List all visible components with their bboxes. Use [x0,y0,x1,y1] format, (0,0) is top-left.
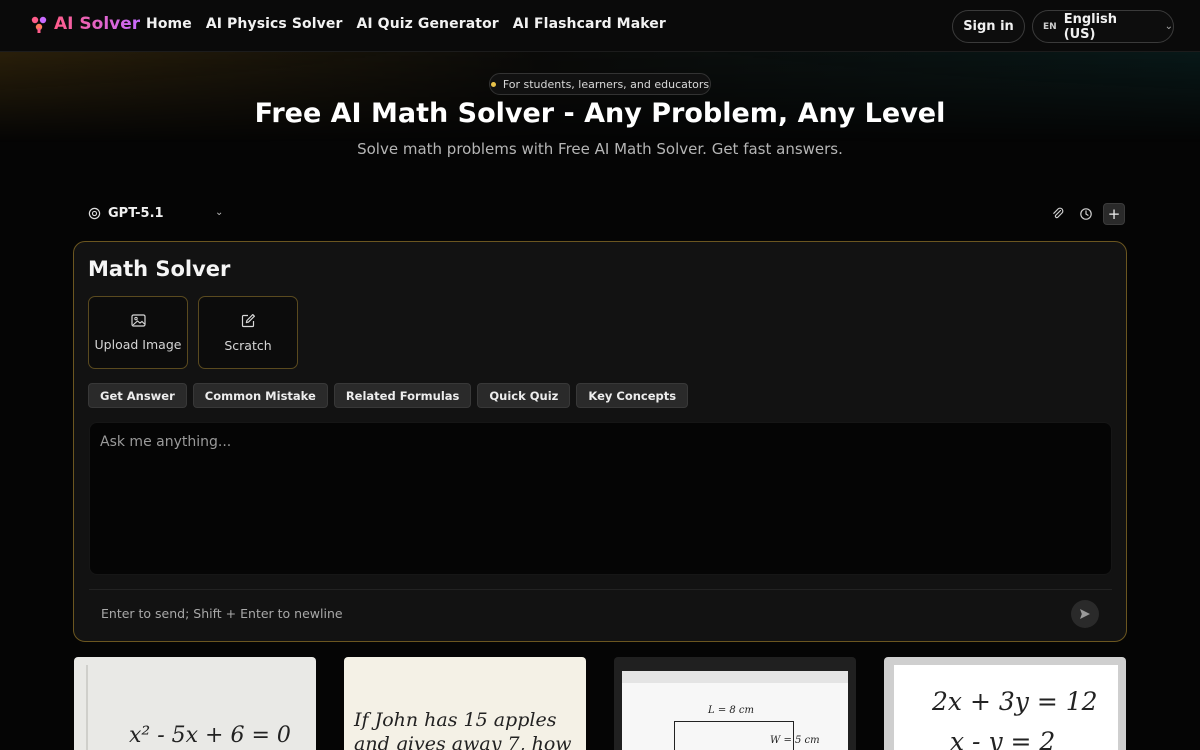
top-bar: AI Solver Home AI Physics Solver AI Quiz… [0,0,1200,52]
nav-home[interactable]: Home [146,16,192,32]
example-line-1: If John has 15 apples [354,709,557,731]
attach-icon[interactable] [1047,203,1069,225]
model-selector[interactable]: GPT-5.1 [88,206,164,221]
width-label: W = 5 cm [770,735,820,746]
nav-physics-solver[interactable]: AI Physics Solver [206,16,343,32]
audience-badge-text: For students, learners, and educators [502,77,710,91]
example-thumbnail-rectangle[interactable]: L = 8 cm W = 5 cm [614,657,856,750]
example-equation: x² - 5x + 6 = 0 [129,723,291,748]
length-label: L = 8 cm [708,705,755,716]
brand-logo[interactable]: AI Solver [30,14,140,34]
image-icon [130,313,146,327]
scratch-label: Scratch [224,337,272,353]
example-thumbnail-quadratic[interactable]: x² - 5x + 6 = 0 [74,657,316,750]
language-code: EN [1043,21,1057,32]
brand-name: AI Solver [54,14,141,34]
whiteboard: 2x + 3y = 12 x - y = 2 [894,665,1118,750]
panel-title: Math Solver [88,257,231,281]
edit-icon [241,313,255,327]
equation-1: 2x + 3y = 12 [932,687,1098,716]
page-subtitle: Solve math problems with Free AI Math So… [357,140,843,158]
upload-image-button[interactable]: Upload Image [88,296,188,369]
history-icon[interactable] [1075,203,1097,225]
chip-get-answer[interactable]: Get Answer [88,383,187,408]
tablet-toolbar [622,671,848,683]
upload-image-label: Upload Image [94,336,182,352]
new-chat-icon[interactable]: + [1103,203,1125,225]
chip-key-concepts[interactable]: Key Concepts [576,383,689,408]
language-label: English (US) [1063,11,1118,42]
chevron-down-icon[interactable]: ⌄ [215,207,223,218]
example-thumbnail-word-problem[interactable]: If John has 15 apples and gives away 7, … [344,657,586,750]
send-icon [1080,609,1090,619]
notebook-binding [86,665,88,750]
question-input-placeholder: Ask me anything... [100,434,232,450]
badge-dot-icon [490,81,496,87]
chevron-down-icon: ⌄ [1164,21,1173,32]
chip-common-mistake[interactable]: Common Mistake [192,383,328,408]
tablet-screen: L = 8 cm W = 5 cm [622,671,848,750]
main-nav: Home AI Physics Solver AI Quiz Generator… [146,16,666,32]
language-selector[interactable]: EN English (US) ⌄ [1032,10,1174,43]
brand-mark-icon [31,16,47,33]
panel-tools: + [1047,203,1125,225]
sign-in-button[interactable]: Sign in [952,10,1025,43]
page-title: Free AI Math Solver - Any Problem, Any L… [254,98,946,129]
equation-2: x - y = 2 [950,727,1056,750]
send-button[interactable] [1071,600,1099,628]
nav-flashcard-maker[interactable]: AI Flashcard Maker [513,16,666,32]
chip-related-formulas[interactable]: Related Formulas [333,383,472,408]
openai-icon [88,207,101,220]
divider [89,589,1112,590]
model-name: GPT-5.1 [108,206,164,221]
audience-badge: For students, learners, and educators [489,73,711,95]
question-input[interactable]: Ask me anything... [89,422,1112,575]
example-line-2: and gives away 7, how many [354,733,572,750]
quick-action-chips: Get Answer Common Mistake Related Formul… [88,383,689,408]
math-solver-panel: Math Solver Upload Image Scratch Get Ans… [73,241,1127,642]
nav-quiz-generator[interactable]: AI Quiz Generator [356,16,498,32]
send-hint: Enter to send; Shift + Enter to newline [101,606,343,621]
scratch-button[interactable]: Scratch [198,296,298,369]
example-thumbnail-system[interactable]: 2x + 3y = 12 x - y = 2 [884,657,1126,750]
chip-quick-quiz[interactable]: Quick Quiz [477,383,571,408]
